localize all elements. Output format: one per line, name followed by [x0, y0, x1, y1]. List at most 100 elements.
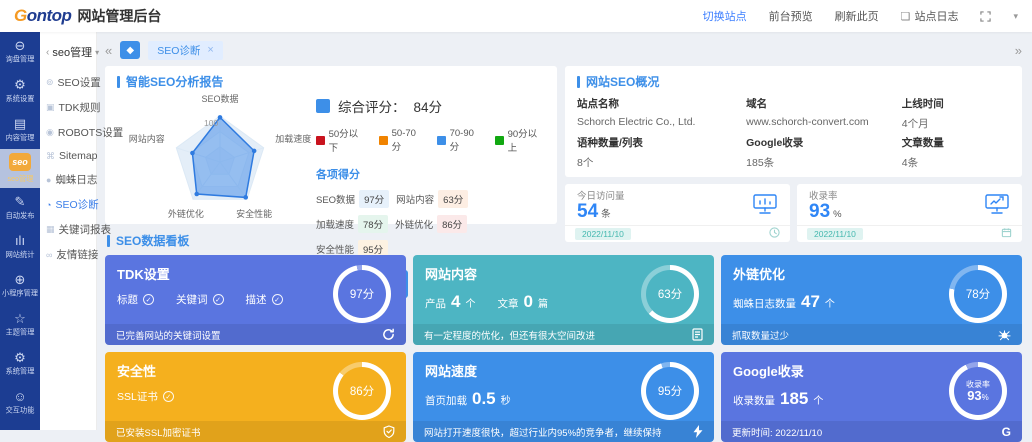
header-actions: 切换站点 前台预览 刷新此页 ❏站点日志 ▾ [703, 8, 1018, 24]
sidebar-item-自动发布[interactable]: ✎自动发布 [0, 188, 40, 227]
logo-text: Gontop [14, 6, 71, 26]
app-title: 网站管理后台 [77, 6, 161, 26]
secondary-sidebar-header[interactable]: ‹ seo管理 ▾ [40, 40, 96, 70]
header-action-3[interactable]: 刷新此页 [835, 8, 879, 24]
seo-overview-title-row: 网站SEO概况 [577, 73, 1010, 90]
sidebar-item-label: 系统管理 [6, 366, 35, 376]
submenu-item-友情链接[interactable]: ∞友情链接 [40, 242, 96, 267]
tab-close-icon[interactable]: × [207, 44, 213, 56]
score-item-网站内容: 网站内容63分 [396, 190, 468, 208]
header-action-2[interactable]: 前台预览 [769, 8, 813, 24]
chevron-down-icon: ▾ [95, 48, 99, 57]
submenu-item-TDK规则[interactable]: ▣TDK规则 [40, 95, 96, 120]
overview-field-上线时间: 上线时间4个月 [902, 96, 1010, 131]
sidebar-item-网站统计[interactable]: ılı网站统计 [0, 227, 40, 266]
card-note: 已完善网站的关键词设置 [116, 328, 221, 342]
ring-unit: % [982, 393, 989, 402]
submenu-item-label: SEO设置 [58, 75, 101, 90]
sidebar-item-交互功能[interactable]: ☺交互功能 [0, 383, 40, 422]
score-pills: SEO数据97分网站内容63分加载速度78分外链优化86分安全性能95分 [316, 190, 545, 258]
header-action-1[interactable]: 切换站点 [703, 8, 747, 24]
submenu-item-SEO诊断[interactable]: ◔SEO诊断 [40, 192, 96, 217]
legend-label: 50-70分 [392, 128, 424, 153]
legend-item-90分以上: 90分以上 [495, 126, 545, 154]
legend-item-50分以下: 50分以下 [316, 126, 366, 154]
submenu-item-关键词报表[interactable]: ▦关键词报表 [40, 217, 96, 242]
check-title: 标题✓ [117, 292, 154, 307]
score-label: 安全性能 [316, 242, 354, 256]
sidebar-item-label: 自动发布 [6, 210, 35, 220]
spider-log-icon: ● [46, 175, 51, 185]
sidebar-item-系统管理[interactable]: ⚙ 系统管理 [0, 344, 40, 383]
legend-swatch [316, 136, 325, 145]
check-circle-icon: ✓ [213, 294, 224, 305]
seo-radar-chart: SEO数据加载速度安全性能外链优化网站内容100 [117, 92, 312, 224]
card-note: 网站打开速度很快，超过行业内95%的竞争者，继续保持 [424, 425, 662, 439]
index-rate-date-badge: 2022/11/10 [807, 228, 863, 240]
overview-field-value: 4条 [902, 155, 1010, 170]
sidebar-item-主题管理[interactable]: ☆主题管理 [0, 305, 40, 344]
sidebar-item-label: 询盘管理 [6, 54, 35, 64]
check-circle-icon: ✓ [163, 391, 174, 402]
tabs-scroll-left-icon[interactable]: « [105, 43, 112, 58]
card-note: 更新时间: 2022/11/10 [732, 425, 822, 439]
seo-settings-icon: ⊚ [46, 77, 54, 88]
system-icon: ⚙ [14, 351, 26, 364]
svg-text:外链优化: 外链优化 [168, 208, 204, 219]
tabs-scroll-right-icon[interactable]: » [1015, 43, 1022, 58]
fullscreen-icon[interactable] [980, 11, 991, 22]
user-menu-caret-icon[interactable]: ▾ [1013, 11, 1018, 22]
sidebar-item-询盘管理[interactable]: ⊖询盘管理 [0, 32, 40, 71]
overview-field-label: 站点名称 [577, 96, 746, 111]
submenu-item-label: TDK规则 [59, 100, 101, 115]
submenu-item-label: 蜘蛛日志 [55, 172, 97, 187]
header-action-4[interactable]: ❏站点日志 [901, 8, 959, 24]
doc-icon: ❏ [901, 10, 911, 23]
spider-icon [998, 329, 1011, 341]
sitemap-icon: ⌘ [46, 151, 55, 162]
sidebar-item-内容管理[interactable]: ▤内容管理 [0, 110, 40, 149]
card-note: 抓取数量过少 [732, 328, 789, 342]
title-accent-bar [117, 76, 120, 88]
svg-text:加载速度: 加载速度 [275, 133, 311, 144]
score-item-外链优化: 外链优化86分 [395, 215, 467, 233]
logo-rest: ontop [27, 6, 72, 25]
score-pill: 78分 [358, 215, 388, 233]
sidebar-item-label: 交互功能 [6, 405, 35, 415]
card-site-content: 网站内容 产品4个 文章0篇 63分 有一定程度的优化，但还有很大空间改进 [413, 255, 714, 345]
ring-value: 93 [967, 388, 981, 403]
submenu-item-ROBOTS设置[interactable]: ◉ROBOTS设置 [40, 120, 96, 145]
visits-unit: 条 [601, 209, 611, 220]
submenu-item-Sitemap[interactable]: ⌘Sitemap [40, 145, 96, 167]
sidebar-item-label: 系统设置 [6, 93, 35, 103]
check-keywords: 关键词✓ [176, 292, 224, 307]
score-ring: 86分 [333, 362, 391, 420]
overview-field-label: 语种数量/列表 [577, 135, 746, 150]
sidebar-item-系统设置[interactable]: ⚙系统设置 [0, 71, 40, 110]
overall-score-value: 84分 [414, 96, 443, 116]
overview-field-语种数量/列表: 语种数量/列表 8个 [577, 135, 746, 170]
content-icon: ▤ [14, 117, 26, 130]
submenu-item-SEO设置[interactable]: ⊚SEO设置 [40, 70, 96, 95]
robots-icon: ◉ [46, 127, 54, 138]
stat-card-visits: 今日访问量 54条 2022/11/10 [565, 184, 790, 242]
seo-report-title: 智能SEO分析报告 [126, 73, 223, 90]
sidebar-item-label: seo管理 [7, 174, 33, 184]
index-rate-label: 收录率 [809, 188, 842, 202]
legend-swatch [379, 136, 388, 145]
sidebar-item-seo管理[interactable]: seoseo管理 [0, 149, 40, 188]
sidebar-item-小程序管理[interactable]: ⊕小程序管理 [0, 266, 40, 305]
overview-field-域名: 域名www.schorch-convert.com [746, 96, 902, 131]
tab-seo-diagnosis[interactable]: SEO诊断 × [148, 41, 223, 60]
metric-homepage-load: 首页加载0.5秒 [425, 389, 511, 409]
refresh-icon[interactable] [382, 328, 395, 341]
overall-score-row: 综合评分： 84分 [316, 96, 545, 116]
dashboard-home-icon[interactable]: ◆ [120, 41, 140, 59]
overview-field-value: 185条 [746, 155, 902, 170]
submenu-item-蜘蛛日志[interactable]: ● 蜘蛛日志 [40, 167, 96, 192]
header-action-label: 刷新此页 [835, 8, 879, 24]
overview-field-value: 8个 [577, 155, 746, 170]
seo-overview-title: 网站SEO概况 [586, 73, 659, 90]
metric-spider-logs: 蜘蛛日志数量47个 [733, 292, 835, 312]
score-ring: 95分 [641, 362, 699, 420]
